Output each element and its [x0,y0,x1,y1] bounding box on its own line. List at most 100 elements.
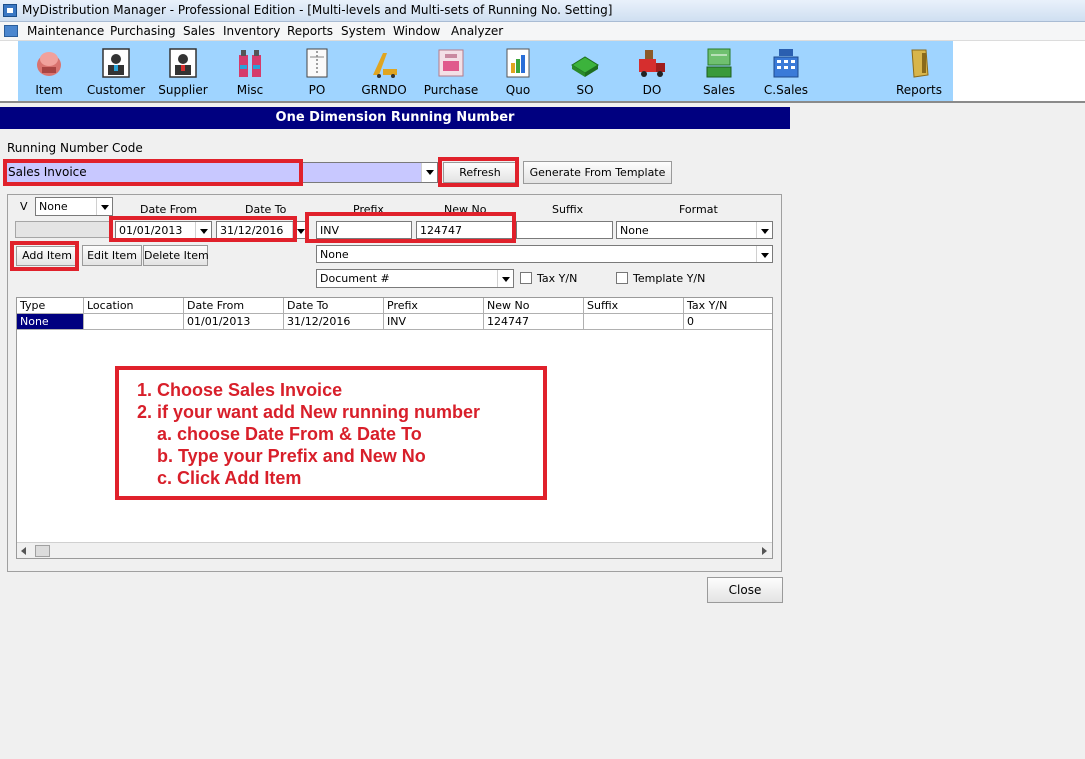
chevron-down-icon[interactable] [497,270,513,287]
cash-register-icon [771,47,801,79]
toolbar-so-button[interactable]: SO [553,45,617,97]
toolbar-customer-button[interactable]: Customer [84,45,148,97]
menu-purchasing[interactable]: Purchasing [110,24,176,38]
toolbar-csales-label: C.Sales [763,83,809,97]
chevron-down-icon[interactable] [421,163,437,182]
location-field-disabled [15,221,111,238]
menu-inventory[interactable]: Inventory [223,24,280,38]
window-title: MyDistribution Manager - Professional Ed… [22,3,613,17]
menu-bar: Maintenance Purchasing Sales Inventory R… [0,22,1085,41]
toolbar-quo-button[interactable]: Quo [486,45,550,97]
v-select[interactable]: None [35,197,113,216]
chevron-down-icon[interactable] [96,198,112,215]
toolbar-po-button[interactable]: PO [285,45,349,97]
close-button[interactable]: Close [707,577,783,603]
toolbar-grndo-button[interactable]: GRNDO [352,45,416,97]
chevron-down-icon[interactable] [756,222,772,238]
menu-window[interactable]: Window [393,24,440,38]
secondary-option-select[interactable]: None [316,245,773,263]
format-select[interactable]: None [616,221,773,239]
cell-type[interactable]: None [17,314,84,330]
toolbar-purchase-label: Purchase [423,83,479,97]
column-header-date-from[interactable]: Date From [184,298,284,314]
toolbar-so-label: SO [576,83,594,97]
generate-from-template-button[interactable]: Generate From Template [523,161,672,184]
running-number-code-label: Running Number Code [7,141,143,155]
toolbar-reports-label: Reports [895,83,943,97]
toolbar-po-label: PO [308,83,326,97]
format-value: None [620,224,649,237]
scroll-left-icon[interactable] [21,547,26,555]
cell-prefix[interactable]: INV [384,314,484,330]
cell-suffix[interactable] [584,314,684,330]
scroll-right-icon[interactable] [762,547,767,555]
purchase-icon [436,47,466,79]
chevron-down-icon[interactable] [756,246,772,262]
column-header-type[interactable]: Type [17,298,84,314]
document-field-select[interactable]: Document # [316,269,514,288]
menu-reports[interactable]: Reports [287,24,333,38]
instruction-line: 2. if your want add New running number [137,402,481,422]
highlight-code-box [3,159,303,186]
toolbar-item-button[interactable]: Item [17,45,81,97]
template-checkbox[interactable] [616,272,628,284]
document-menu-icon[interactable] [4,25,18,37]
grndo-icon [369,47,399,79]
cell-tax[interactable]: 0 [684,314,772,330]
secondary-option-value: None [320,248,349,261]
instruction-line: 1. Choose Sales Invoice [137,380,343,400]
menu-system[interactable]: System [341,24,386,38]
sales-icon [704,47,734,79]
scrollbar-thumb[interactable] [35,545,50,557]
tax-checkbox[interactable] [520,272,532,284]
highlight-refresh-box [438,157,519,187]
toolbar-sales-button[interactable]: Sales [687,45,751,97]
instruction-line: a. choose Date From & Date To [157,424,422,444]
toolbar-supplier-label: Supplier [158,83,208,97]
sales-order-icon [570,47,600,79]
delete-item-button[interactable]: Delete Item [143,245,209,266]
toolbar-do-button[interactable]: DO [620,45,684,97]
toolbar-misc-label: Misc [236,83,264,97]
cell-date-to[interactable]: 31/12/2016 [284,314,384,330]
delivery-truck-icon [637,47,667,79]
suffix-label: Suffix [552,203,584,216]
column-header-prefix[interactable]: Prefix [384,298,484,314]
po-icon [302,47,332,79]
menu-sales[interactable]: Sales [183,24,215,38]
highlight-prefix-newno-box [305,212,516,243]
menu-analyzer[interactable]: Analyzer [451,24,503,38]
misc-icon [235,47,265,79]
quotation-icon [503,47,533,79]
edit-item-button[interactable]: Edit Item [82,245,142,266]
reports-icon [904,47,934,79]
cell-location[interactable] [84,314,184,330]
column-header-tax[interactable]: Tax Y/N [684,298,772,314]
menu-maintenance[interactable]: Maintenance [27,24,104,38]
highlight-dates-box [109,216,297,242]
toolbar-reports-button[interactable]: Reports [887,45,951,97]
toolbar-grndo-label: GRNDO [361,83,407,97]
toolbar-supplier-button[interactable]: Supplier [151,45,215,97]
column-header-date-to[interactable]: Date To [284,298,384,314]
highlight-add-item-box [10,241,79,271]
suffix-input[interactable] [516,221,613,239]
instruction-callout: 1. Choose Sales Invoice 2. if your want … [115,366,547,500]
date-from-label: Date From [140,203,198,216]
column-header-suffix[interactable]: Suffix [584,298,684,314]
app-icon [3,4,17,17]
template-label: Template Y/N [633,272,706,285]
column-header-new-no[interactable]: New No [484,298,584,314]
toolbar-misc-button[interactable]: Misc [218,45,282,97]
tax-label: Tax Y/N [537,272,578,285]
form-header: One Dimension Running Number [0,107,790,129]
v-select-value: None [39,200,68,213]
format-label: Format [679,203,718,216]
toolbar-csales-button[interactable]: C.Sales [754,45,818,97]
supplier-icon [168,47,198,79]
toolbar-purchase-button[interactable]: Purchase [419,45,483,97]
column-header-location[interactable]: Location [84,298,184,314]
cell-new-no[interactable]: 124747 [484,314,584,330]
horizontal-scrollbar[interactable] [17,542,772,558]
cell-date-from[interactable]: 01/01/2013 [184,314,284,330]
